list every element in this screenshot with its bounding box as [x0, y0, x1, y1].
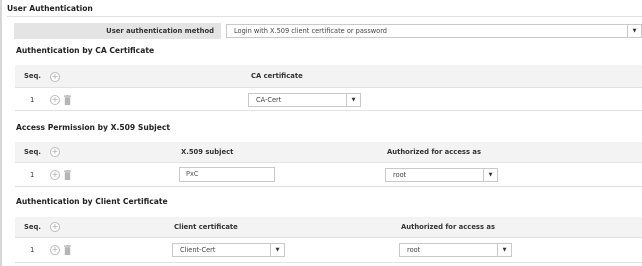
divider	[15, 110, 642, 111]
chevron-down-icon: ▼	[497, 244, 511, 256]
col-x509-subject: X.509 subject	[181, 148, 234, 156]
col-seq: Seq.	[24, 223, 41, 231]
section-title-user-authentication: User Authentication	[7, 4, 93, 13]
divider	[7, 16, 642, 17]
divider	[15, 186, 642, 187]
client-certificate-value: Client-Cert	[180, 246, 216, 254]
table-header	[15, 217, 642, 237]
trash-icon[interactable]	[64, 245, 71, 255]
add-row-icon[interactable]: +	[50, 72, 60, 82]
col-client-certificate: Client certificate	[174, 223, 238, 231]
table-header	[15, 142, 642, 162]
col-seq: Seq.	[24, 148, 41, 156]
row-seq: 1	[30, 171, 35, 179]
ca-certificate-select[interactable]: CA-Cert ▼	[248, 93, 361, 107]
add-row-icon[interactable]: +	[50, 170, 60, 180]
user-auth-method-label: User authentication method	[14, 23, 221, 39]
table-header	[15, 65, 642, 87]
divider	[15, 262, 642, 263]
section-title-client-certificate: Authentication by Client Certificate	[16, 197, 168, 206]
divider	[15, 162, 642, 163]
add-row-icon[interactable]: +	[50, 95, 60, 105]
col-authorized-access: Authorized for access as	[387, 148, 482, 156]
user-auth-method-select[interactable]: Login with X.509 client certificate or p…	[226, 24, 642, 38]
ca-certificate-value: CA-Cert	[256, 96, 282, 104]
divider	[15, 87, 642, 88]
authorized-access-select[interactable]: root ▼	[399, 243, 512, 257]
col-seq: Seq.	[24, 72, 41, 80]
section-title-x509-subject: Access Permission by X.509 Subject	[16, 123, 171, 132]
trash-icon[interactable]	[64, 95, 71, 105]
section-title-ca-certificate: Authentication by CA Certificate	[16, 46, 155, 55]
x509-subject-input[interactable]: PxC	[179, 167, 275, 182]
chevron-down-icon: ▼	[627, 25, 641, 37]
add-row-icon[interactable]: +	[50, 222, 60, 232]
row-seq: 1	[30, 246, 35, 254]
trash-icon[interactable]	[64, 170, 71, 180]
client-certificate-select[interactable]: Client-Cert ▼	[172, 243, 285, 257]
chevron-down-icon: ▼	[483, 169, 497, 181]
authorized-access-value: root	[393, 171, 407, 179]
col-authorized-access: Authorized for access as	[401, 223, 496, 231]
add-row-icon[interactable]: +	[50, 147, 60, 157]
user-auth-method-value: Login with X.509 client certificate or p…	[234, 27, 387, 35]
add-row-icon[interactable]: +	[50, 245, 60, 255]
row-seq: 1	[30, 96, 35, 104]
authorized-access-select[interactable]: root ▼	[385, 168, 498, 182]
col-ca-certificate: CA certificate	[251, 72, 303, 80]
chevron-down-icon: ▼	[270, 244, 284, 256]
authorized-access-value: root	[407, 246, 421, 254]
chevron-down-icon: ▼	[346, 94, 360, 106]
divider	[15, 237, 642, 238]
